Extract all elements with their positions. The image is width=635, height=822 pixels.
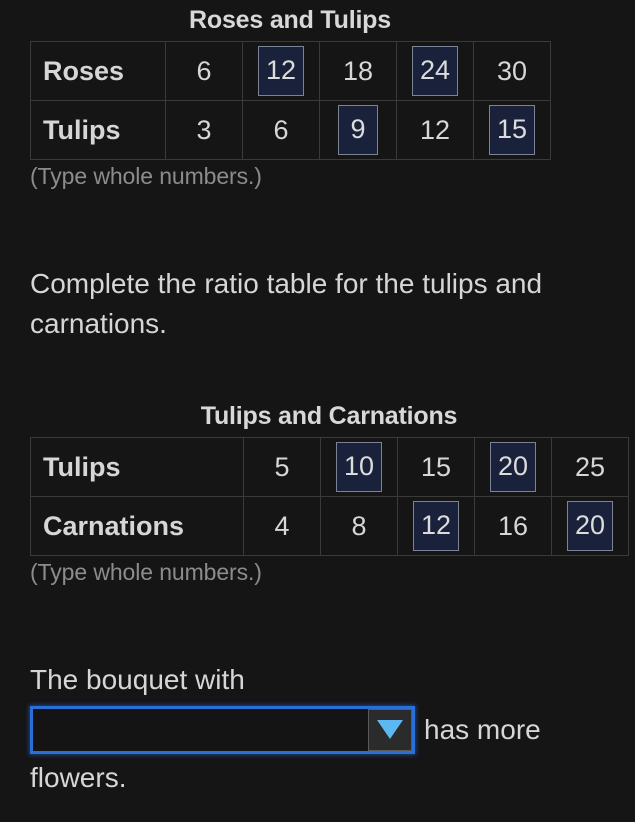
cell-value: 30 (496, 55, 528, 86)
ratio-table-tulips-carnations: Tulips 5 10 15 20 25 Carnations 4 8 12 1… (30, 437, 629, 556)
answer-sentence-trailing: flowers. (30, 761, 127, 793)
cell-tulips-2: 6 (242, 100, 320, 160)
cell-tulips2-1: 5 (243, 437, 321, 497)
answer-input-carnations-3[interactable]: 12 (412, 501, 460, 551)
cell-value: 25 (574, 451, 606, 482)
cell-tulips2-4[interactable]: 20 (474, 437, 552, 497)
cell-roses-5: 30 (473, 41, 551, 101)
answer-input-tulips-3[interactable]: 9 (338, 105, 378, 155)
cell-carnations-5[interactable]: 20 (551, 496, 629, 556)
cell-carnations-3[interactable]: 12 (397, 496, 475, 556)
answer-sentence: The bouquet with has more flowers. (30, 660, 630, 798)
table-row: Tulips 3 6 9 12 15 (30, 100, 551, 160)
cell-value: 3 (196, 114, 212, 145)
cell-roses-4[interactable]: 24 (396, 41, 474, 101)
cell-carnations-4: 16 (474, 496, 552, 556)
cell-value: 16 (497, 510, 529, 541)
cell-roses-2[interactable]: 12 (242, 41, 320, 101)
cell-tulips-5[interactable]: 15 (473, 100, 551, 160)
chevron-down-icon (377, 720, 403, 740)
cell-value: 4 (274, 510, 290, 541)
answer-input-tulips2-4[interactable]: 20 (489, 442, 537, 492)
row-label-roses: Roses (30, 41, 166, 101)
cell-value: 6 (273, 114, 289, 145)
hint-whole-numbers-2: (Type whole numbers.) (30, 559, 262, 585)
answer-input-tulips-5[interactable]: 15 (488, 105, 536, 155)
cell-value: 12 (419, 114, 451, 145)
table-row: Carnations 4 8 12 16 20 (30, 496, 629, 556)
exercise-page: Roses and Tulips Roses 6 12 18 24 30 Tul… (0, 0, 635, 822)
cell-tulips2-5: 25 (551, 437, 629, 497)
answer-input-roses-4[interactable]: 24 (411, 46, 459, 96)
cell-value: 8 (351, 510, 367, 541)
cell-tulips2-3: 15 (397, 437, 475, 497)
answer-sentence-lead: The bouquet with (30, 664, 245, 695)
ratio-table-roses-tulips: Roses 6 12 18 24 30 Tulips 3 6 9 12 15 (30, 41, 551, 160)
cell-value: 5 (274, 451, 290, 482)
answer-input-roses-2[interactable]: 12 (257, 46, 305, 96)
bouquet-select-arrow-button[interactable] (368, 708, 412, 751)
answer-input-tulips2-2[interactable]: 10 (335, 442, 383, 492)
cell-roses-1: 6 (165, 41, 243, 101)
table-row: Tulips 5 10 15 20 25 (30, 437, 629, 497)
cell-tulips-3[interactable]: 9 (319, 100, 397, 160)
prompt-complete-ratio-table: Complete the ratio table for the tulips … (30, 268, 543, 339)
table-title-roses-tulips: Roses and Tulips (189, 6, 391, 34)
cell-value: 15 (420, 451, 452, 482)
ratio-table-block-tulips-carnations: Tulips and Carnations Tulips 5 10 15 20 … (30, 402, 629, 586)
hint-whole-numbers-1: (Type whole numbers.) (30, 163, 262, 189)
ratio-table-block-roses-tulips: Roses and Tulips Roses 6 12 18 24 30 Tul… (30, 6, 551, 190)
answer-sentence-after: has more (424, 713, 541, 745)
cell-tulips-1: 3 (165, 100, 243, 160)
row-label-carnations: Carnations (30, 496, 244, 556)
dropdown-row: has more (30, 705, 630, 754)
answer-input-carnations-5[interactable]: 20 (566, 501, 614, 551)
cell-carnations-1: 4 (243, 496, 321, 556)
row-label-tulips-2: Tulips (30, 437, 244, 497)
row-label-tulips: Tulips (30, 100, 166, 160)
table-row: Roses 6 12 18 24 30 (30, 41, 551, 101)
bouquet-select[interactable] (30, 705, 415, 754)
cell-value: 18 (342, 55, 374, 86)
table-title-tulips-carnations: Tulips and Carnations (200, 402, 458, 430)
cell-roses-3: 18 (319, 41, 397, 101)
cell-tulips2-2[interactable]: 10 (320, 437, 398, 497)
bouquet-select-value (33, 709, 368, 751)
cell-tulips-4: 12 (396, 100, 474, 160)
cell-value: 6 (196, 55, 212, 86)
cell-carnations-2: 8 (320, 496, 398, 556)
